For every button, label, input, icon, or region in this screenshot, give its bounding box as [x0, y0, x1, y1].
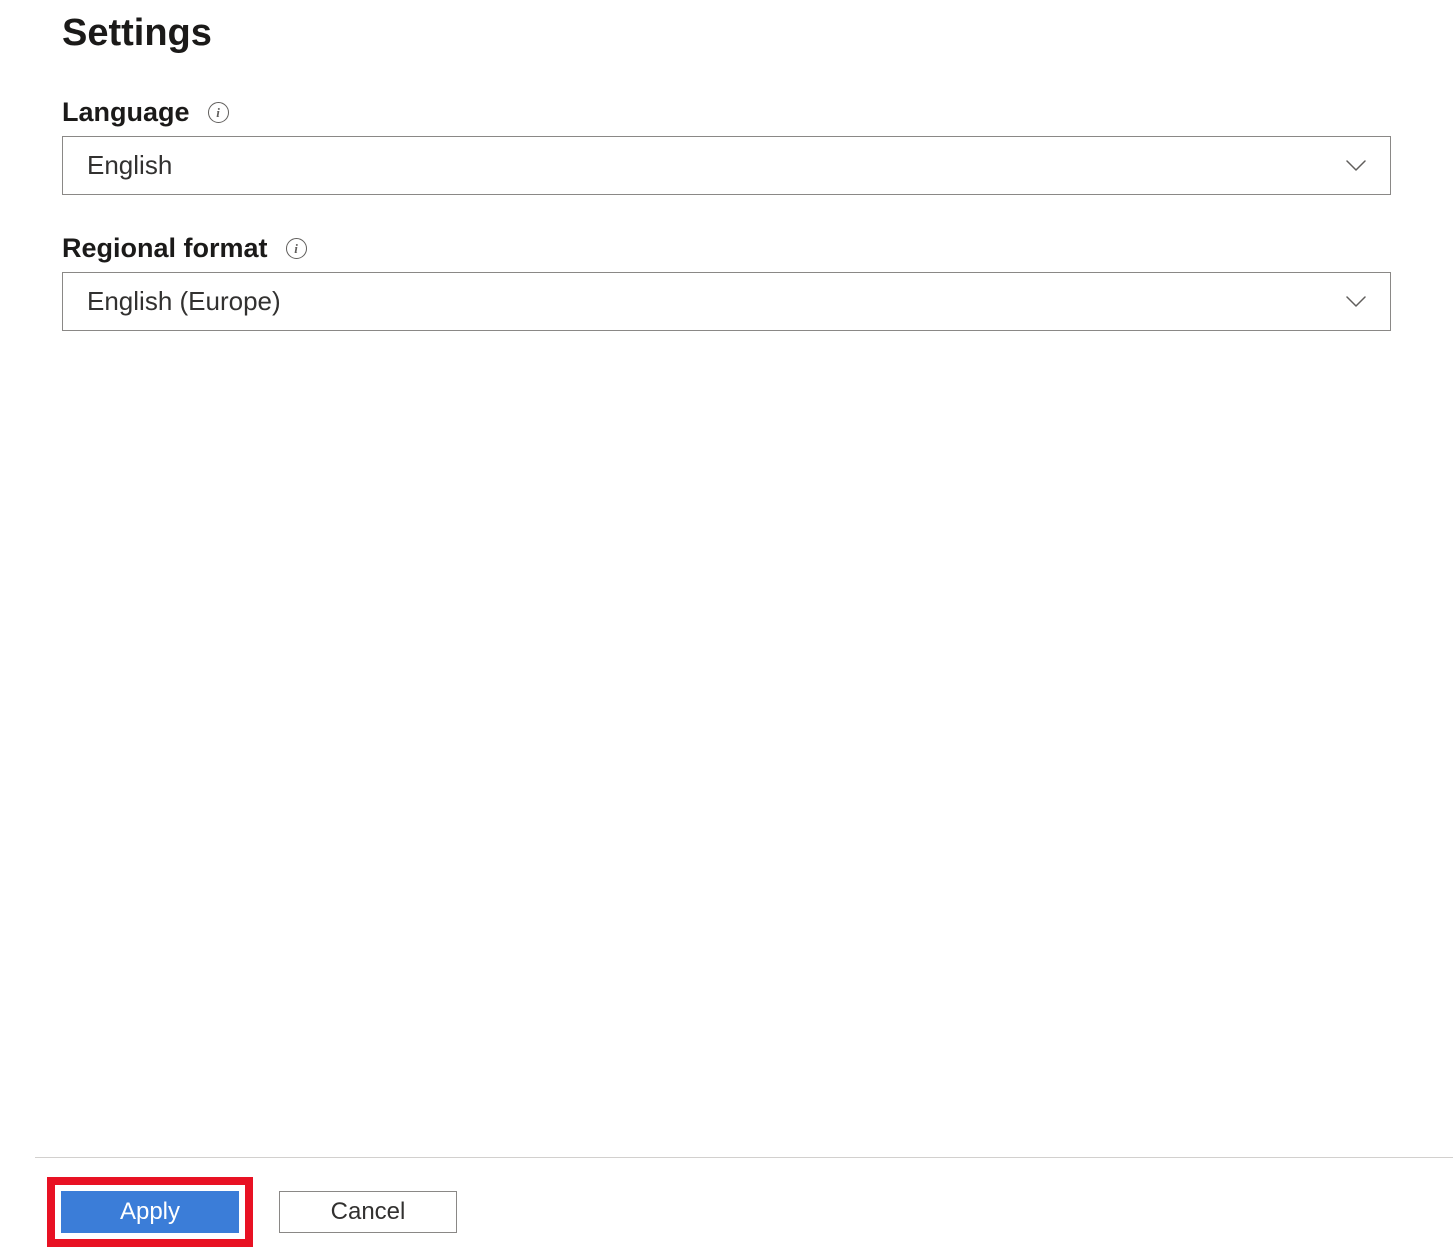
page-title: Settings — [62, 12, 1391, 55]
chevron-down-icon — [1346, 296, 1366, 308]
language-value: English — [87, 150, 172, 181]
chevron-down-icon — [1346, 160, 1366, 172]
info-icon[interactable]: i — [208, 102, 229, 123]
cancel-button[interactable]: Cancel — [279, 1191, 457, 1233]
info-icon[interactable]: i — [286, 238, 307, 259]
highlight-annotation: Apply — [47, 1177, 253, 1247]
regional-format-dropdown[interactable]: English (Europe) — [62, 272, 1391, 331]
regional-format-field-group: Regional format i English (Europe) — [62, 233, 1391, 331]
language-field-group: Language i English — [62, 97, 1391, 195]
divider — [35, 1157, 1453, 1158]
button-row: Apply Cancel — [47, 1177, 457, 1247]
apply-button[interactable]: Apply — [61, 1191, 239, 1233]
regional-format-label: Regional format — [62, 233, 268, 264]
regional-format-value: English (Europe) — [87, 286, 281, 317]
language-label: Language — [62, 97, 190, 128]
language-dropdown[interactable]: English — [62, 136, 1391, 195]
